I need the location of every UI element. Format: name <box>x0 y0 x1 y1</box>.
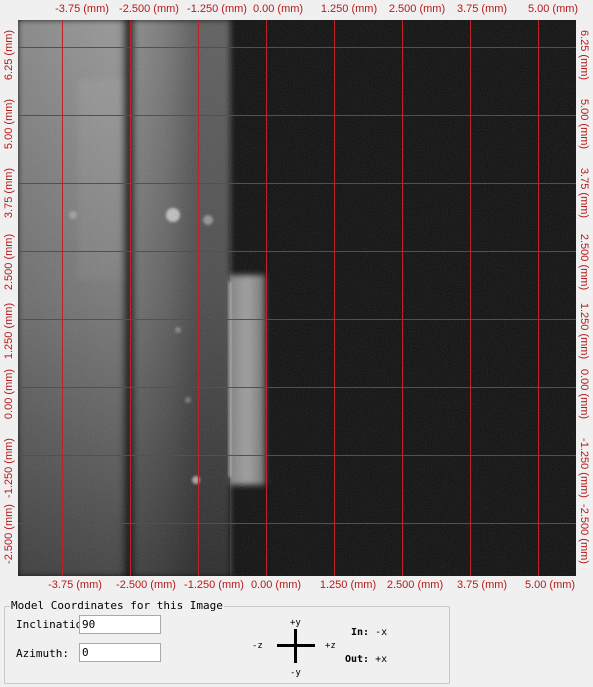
right-y-tick-label: 6.25 (mm) <box>578 29 590 81</box>
inclination-label: Inclination: <box>16 618 79 631</box>
left-y-tick-label: 6.25 (mm) <box>3 29 15 81</box>
axis-right-label: +z <box>325 641 336 651</box>
in-label: In: <box>351 627 370 638</box>
axis-left-label: -z <box>252 641 263 651</box>
top-x-tick-label: 2.500 (mm) <box>388 3 446 15</box>
bottom-x-tick-label: 5.00 (mm) <box>524 579 576 591</box>
bottom-x-tick-label: 2.500 (mm) <box>386 579 444 591</box>
in-indicator: In: -x <box>351 627 387 638</box>
axis-down-label: -y <box>290 668 301 678</box>
in-value: -x <box>375 627 388 638</box>
axis-up-label: +y <box>290 618 301 628</box>
top-x-tick-label: 3.75 (mm) <box>456 3 508 15</box>
right-y-tick-label: -2.500 (mm) <box>578 504 590 564</box>
left-y-tick-label: 1.250 (mm) <box>3 302 15 360</box>
left-y-tick-label: -2.500 (mm) <box>3 504 15 564</box>
azimuth-input[interactable] <box>79 643 161 662</box>
left-y-tick-label: 2.500 (mm) <box>3 233 15 291</box>
azimuth-label: Azimuth: <box>16 647 69 660</box>
top-x-tick-label: -3.75 (mm) <box>55 3 109 15</box>
right-y-tick-label: 2.500 (mm) <box>578 233 590 291</box>
right-y-tick-label: 3.75 (mm) <box>578 167 590 219</box>
out-label: Out: <box>345 654 370 665</box>
top-x-tick-label: 1.250 (mm) <box>320 3 378 15</box>
panel-title: Model Coordinates for this Image <box>10 599 224 612</box>
right-y-tick-label: 0.00 (mm) <box>578 368 590 420</box>
out-indicator: Out: +x <box>345 654 387 665</box>
left-y-tick-label: 5.00 (mm) <box>3 98 15 150</box>
bottom-x-tick-label: -1.250 (mm) <box>184 579 244 591</box>
left-y-tick-label: 3.75 (mm) <box>3 167 15 219</box>
left-y-tick-label: -1.250 (mm) <box>3 438 15 498</box>
bottom-x-tick-label: 0.00 (mm) <box>250 579 302 591</box>
bottom-x-tick-label: 1.250 (mm) <box>319 579 377 591</box>
left-y-tick-label: 0.00 (mm) <box>3 368 15 420</box>
bottom-x-tick-label: 3.75 (mm) <box>456 579 508 591</box>
right-y-tick-label: 1.250 (mm) <box>578 302 590 360</box>
right-y-tick-label: -1.250 (mm) <box>578 438 590 498</box>
axis-horizontal-bar <box>277 644 315 647</box>
bottom-x-tick-label: -3.75 (mm) <box>48 579 102 591</box>
right-y-tick-label: 5.00 (mm) <box>578 98 590 150</box>
xray-image <box>18 20 576 576</box>
top-x-tick-label: -2.500 (mm) <box>119 3 179 15</box>
out-value: +x <box>375 654 388 665</box>
bottom-x-tick-label: -2.500 (mm) <box>116 579 176 591</box>
inclination-input[interactable] <box>79 615 161 634</box>
top-x-tick-label: -1.250 (mm) <box>187 3 247 15</box>
image-viewer[interactable] <box>18 20 576 576</box>
top-x-tick-label: 0.00 (mm) <box>252 3 304 15</box>
top-x-tick-label: 5.00 (mm) <box>527 3 579 15</box>
